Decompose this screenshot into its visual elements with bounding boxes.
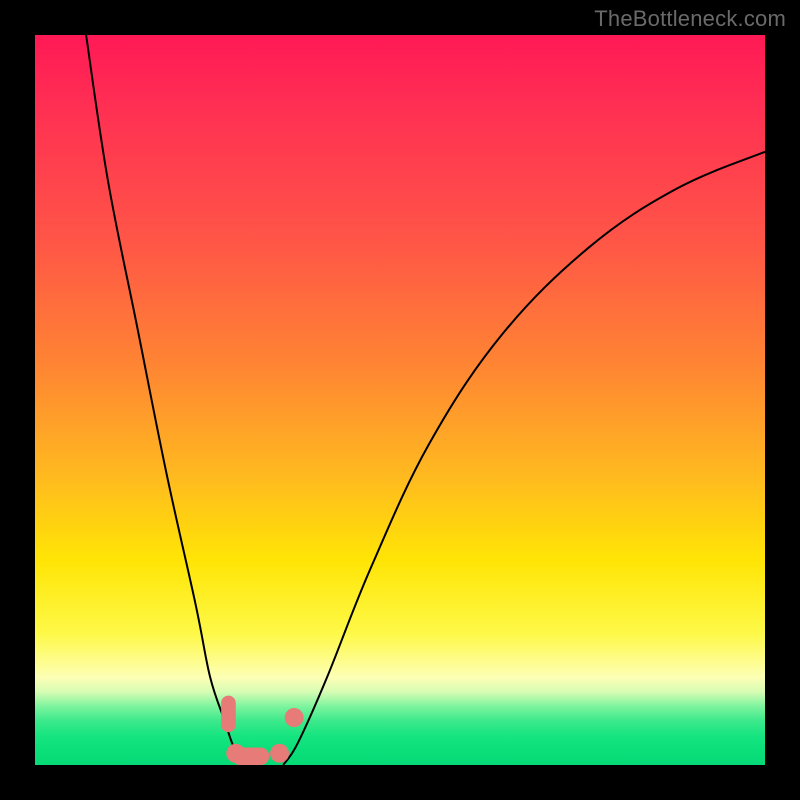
marker-dot [270, 744, 289, 763]
chart-svg [35, 35, 765, 765]
watermark-text: TheBottleneck.com [594, 6, 786, 32]
marker-dot [226, 744, 245, 763]
chart-frame: TheBottleneck.com [0, 0, 800, 800]
curve-right [283, 152, 765, 765]
curve-left [86, 35, 247, 765]
marker-dot [285, 708, 304, 727]
marker-vbar [221, 696, 236, 733]
